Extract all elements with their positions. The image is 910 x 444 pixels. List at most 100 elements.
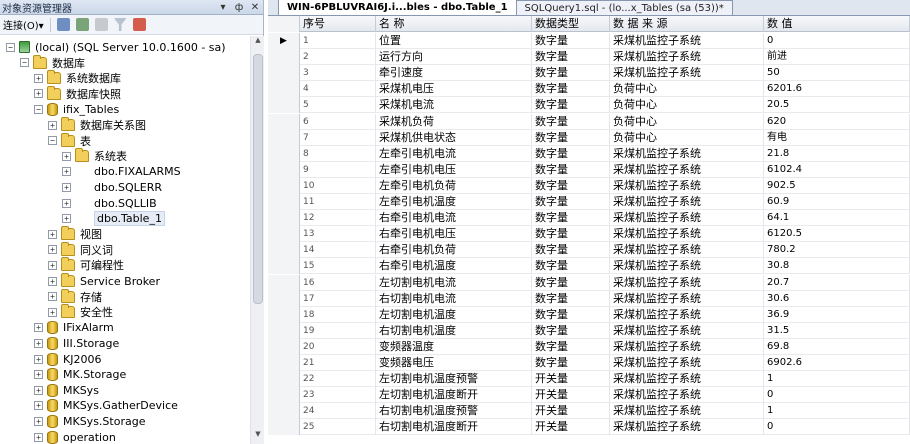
current-row-indicator-icon[interactable]: ▶	[268, 33, 300, 49]
cell-value[interactable]: 902.5	[764, 177, 910, 194]
tree-node-label[interactable]: 视图	[80, 226, 102, 242]
cell-value[interactable]: 50	[764, 65, 910, 82]
cell-data-type[interactable]: 数字量	[532, 338, 610, 355]
tree-node-label[interactable]: operation	[63, 431, 116, 444]
expand-icon[interactable]: +	[34, 385, 43, 395]
expand-icon[interactable]: +	[62, 151, 71, 161]
cell-seq[interactable]: 11	[300, 194, 376, 210]
cell-data-type[interactable]: 开关量	[532, 419, 610, 436]
cell-value[interactable]: 20.7	[764, 274, 910, 291]
cell-name[interactable]: 位置	[376, 33, 532, 49]
row-indicator[interactable]	[268, 177, 300, 194]
refresh-icon[interactable]	[132, 18, 146, 31]
cell-seq[interactable]: 15	[300, 258, 376, 275]
cell-value[interactable]: 30.6	[764, 290, 910, 307]
cell-seq[interactable]: 1	[300, 33, 376, 49]
tree-node-label[interactable]: 数据库快照	[66, 86, 121, 102]
expand-icon[interactable]: +	[48, 120, 57, 130]
tree-node-label[interactable]: (local) (SQL Server 10.0.1600 - sa)	[35, 41, 226, 54]
expand-icon[interactable]: +	[62, 167, 71, 177]
cell-value[interactable]: 1	[764, 403, 910, 420]
cell-data-source[interactable]: 采煤机监控子系统	[610, 65, 764, 82]
tree-node[interactable]: + Service Broker	[48, 273, 160, 289]
cell-name[interactable]: 运行方向	[376, 49, 532, 66]
cell-data-type[interactable]: 数字量	[532, 194, 610, 210]
expand-icon[interactable]: +	[48, 307, 57, 317]
cell-data-type[interactable]: 数字量	[532, 97, 610, 114]
cell-data-source[interactable]: 采煤机监控子系统	[610, 387, 764, 404]
cell-data-type[interactable]: 数字量	[532, 306, 610, 323]
expand-icon[interactable]: +	[62, 214, 71, 224]
table-row[interactable]: 9 左牵引电机电压 数字量 采煤机监控子系统 6102.4	[268, 161, 910, 178]
tree-node-label[interactable]: IFixAlarm	[63, 321, 114, 334]
table-row[interactable]: 16 左切割电机电流 数字量 采煤机监控子系统 20.7	[268, 274, 910, 291]
expand-icon[interactable]: +	[34, 73, 43, 83]
tree-node-label[interactable]: 存储	[80, 289, 102, 305]
expand-icon[interactable]: +	[34, 401, 43, 411]
tree-node-label[interactable]: MKSys	[63, 384, 99, 397]
cell-seq[interactable]: 19	[300, 322, 376, 339]
cell-data-source[interactable]: 采煤机监控子系统	[610, 371, 764, 388]
cell-value[interactable]: 36.9	[764, 306, 910, 323]
cell-seq[interactable]: 13	[300, 226, 376, 243]
cell-seq[interactable]: 22	[300, 371, 376, 388]
cell-value[interactable]: 6201.6	[764, 81, 910, 98]
expand-icon[interactable]: +	[34, 370, 43, 380]
table-row[interactable]: 22 左切割电机温度预警 开关量 采煤机监控子系统 1	[268, 371, 910, 388]
table-row[interactable]: 7 采煤机供电状态 数字量 负荷中心 有电	[268, 129, 910, 146]
scroll-down-icon[interactable]: ▼	[251, 430, 265, 444]
cell-data-source[interactable]: 采煤机监控子系统	[610, 290, 764, 307]
table-row[interactable]: 17 右切割电机电流 数字量 采煤机监控子系统 30.6	[268, 290, 910, 307]
table-row[interactable]: 18 左切割电机温度 数字量 采煤机监控子系统 36.9	[268, 306, 910, 323]
tree-node[interactable]: + MKSys.GatherDevice	[34, 398, 178, 414]
row-indicator[interactable]	[268, 161, 300, 178]
tree-node[interactable]: + operation	[34, 429, 116, 444]
tree-node-label[interactable]: 安全性	[80, 304, 113, 320]
cell-name[interactable]: 右切割电机电流	[376, 290, 532, 307]
cell-value[interactable]: 0	[764, 33, 910, 49]
expand-icon[interactable]: +	[48, 276, 57, 286]
cell-name[interactable]: 右牵引电机温度	[376, 258, 532, 275]
tree-node-label[interactable]: 可编程性	[80, 257, 124, 273]
cell-data-source[interactable]: 采煤机监控子系统	[610, 177, 764, 194]
cell-data-type[interactable]: 数字量	[532, 355, 610, 371]
tree-node-label[interactable]: 系统数据库	[66, 70, 121, 86]
tree-node-label[interactable]: MK.Storage	[63, 368, 126, 381]
table-row[interactable]: 11 左牵引电机温度 数字量 采煤机监控子系统 60.9	[268, 194, 910, 210]
connect-button[interactable]: 连接(O)▾	[3, 17, 44, 32]
table-row[interactable]: 20 变频器温度 数字量 采煤机监控子系统 69.8	[268, 338, 910, 355]
cell-data-type[interactable]: 数字量	[532, 49, 610, 66]
tree-node[interactable]: − ifix_Tables	[34, 101, 119, 117]
expand-icon[interactable]: +	[48, 260, 57, 270]
tree-node-label[interactable]: dbo.SQLLIB	[94, 197, 157, 210]
table-row[interactable]: ▶ 1 位置 数字量 采煤机监控子系统 0	[268, 33, 910, 49]
cell-data-source[interactable]: 采煤机监控子系统	[610, 226, 764, 243]
row-indicator[interactable]	[268, 81, 300, 98]
tree-node-label[interactable]: dbo.FIXALARMS	[94, 165, 181, 178]
tree-node[interactable]: − 数据库	[20, 54, 85, 71]
tree-node-label[interactable]: 同义词	[80, 242, 113, 258]
tree-node[interactable]: − 表	[48, 132, 91, 149]
cell-seq[interactable]: 18	[300, 306, 376, 323]
tree-node[interactable]: + dbo.Table_1	[62, 211, 165, 227]
expand-icon[interactable]: +	[34, 432, 43, 442]
stop-icon[interactable]	[94, 18, 108, 31]
tree-node-label[interactable]: 数据库关系图	[80, 117, 146, 133]
cell-seq[interactable]: 10	[300, 177, 376, 194]
cell-value[interactable]: 64.1	[764, 210, 910, 227]
tree-node[interactable]: + MKSys.Storage	[34, 413, 145, 429]
expand-icon[interactable]: +	[48, 292, 57, 302]
row-indicator[interactable]	[268, 113, 300, 130]
tree-node[interactable]: + dbo.SQLLIB	[62, 195, 157, 211]
cell-data-type[interactable]: 数字量	[532, 290, 610, 307]
tree-node-label[interactable]: 表	[80, 133, 91, 149]
cell-name[interactable]: 右切割电机温度断开	[376, 419, 532, 436]
tree-node[interactable]: + 同义词	[48, 241, 113, 258]
cell-seq[interactable]: 25	[300, 419, 376, 436]
cell-data-source[interactable]: 采煤机监控子系统	[610, 33, 764, 49]
cell-value[interactable]: 620	[764, 113, 910, 130]
tab-table-1[interactable]: WIN-6PBLUVRAI6J.i...bles - dbo.Table_1	[278, 0, 517, 15]
cell-value[interactable]: 20.5	[764, 97, 910, 114]
tree-node-label[interactable]: dbo.Table_1	[94, 211, 165, 227]
cell-name[interactable]: 右切割电机温度预警	[376, 403, 532, 420]
